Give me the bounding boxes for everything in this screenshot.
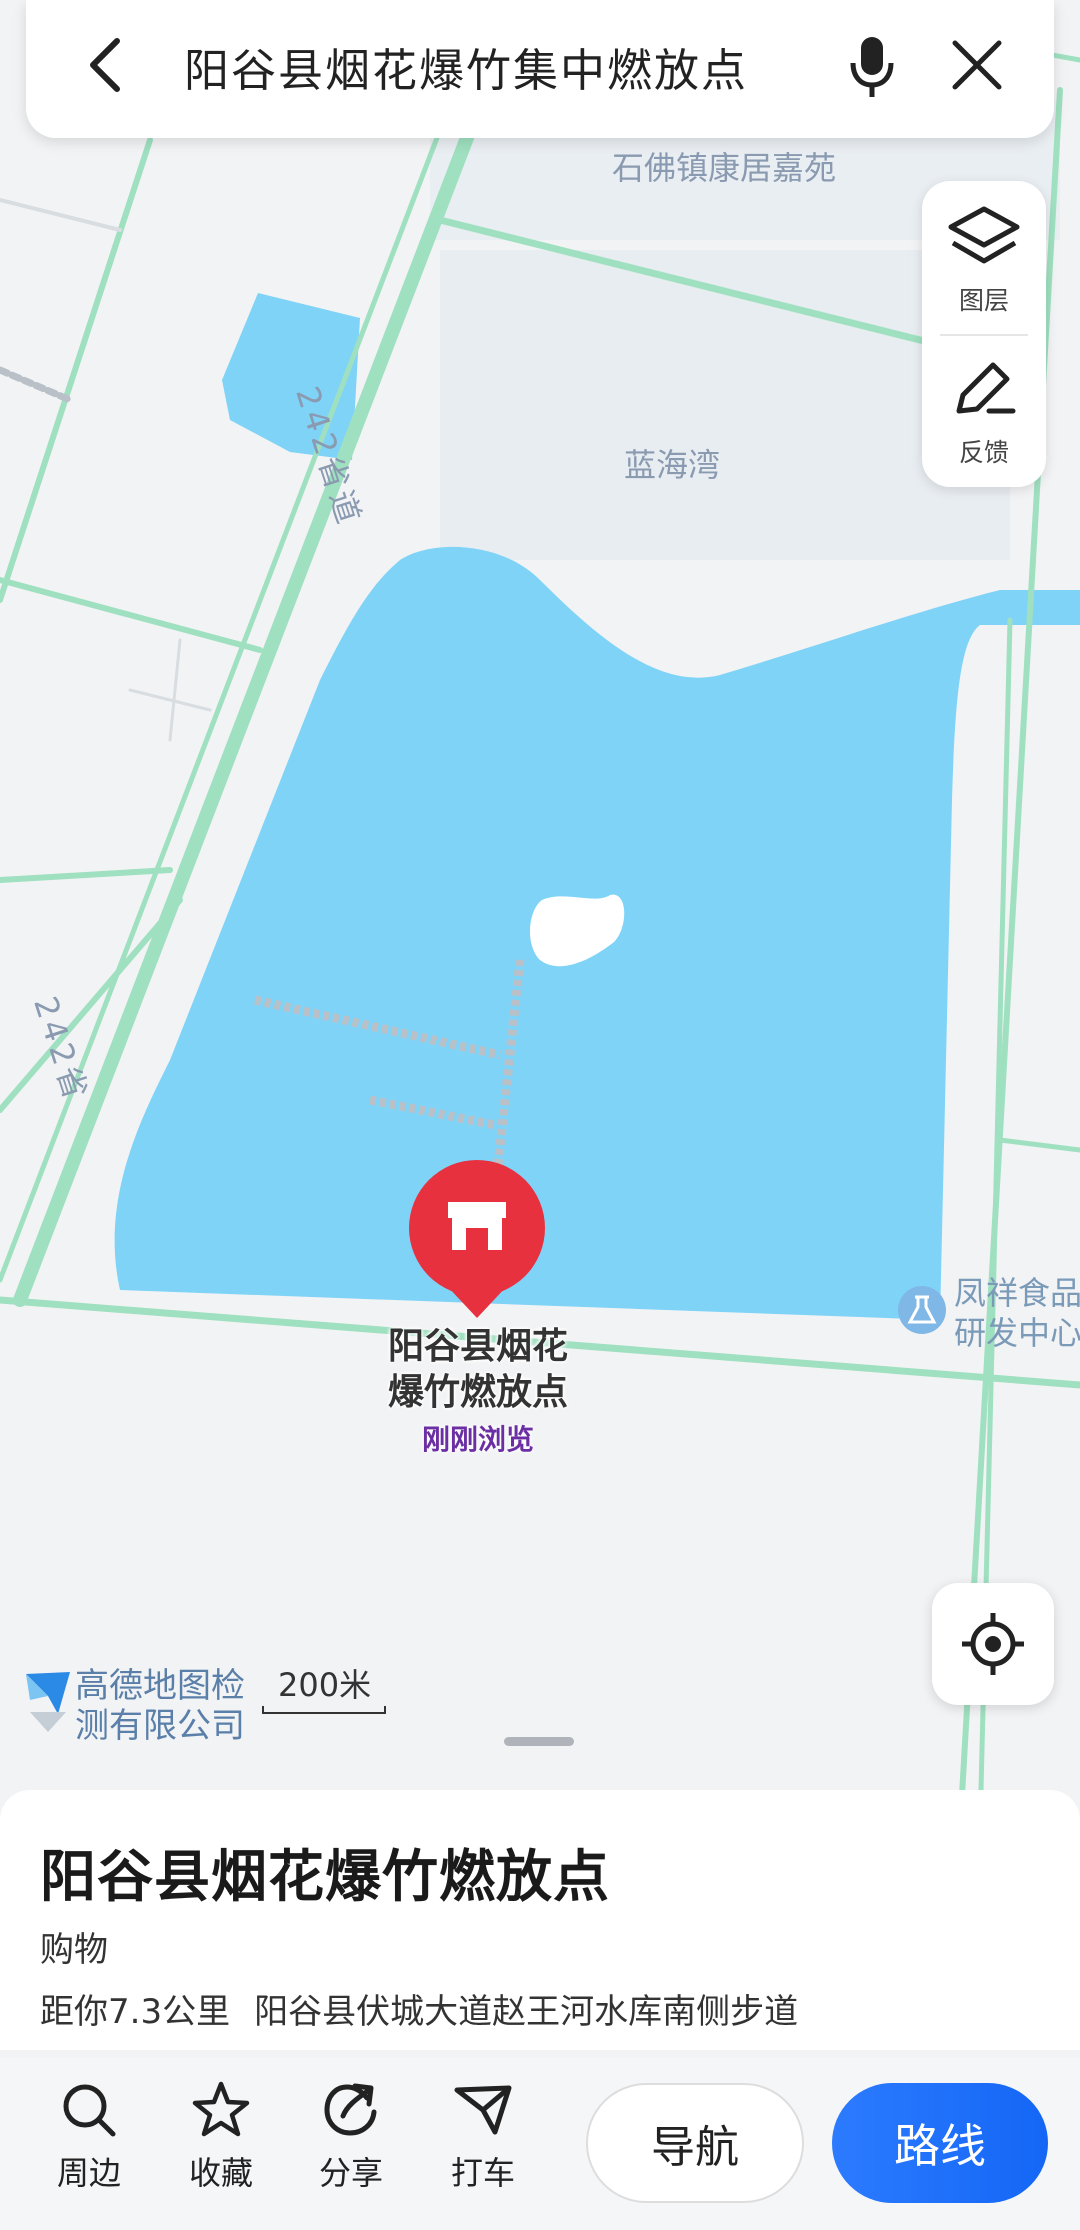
clear-button[interactable]: [942, 30, 1012, 100]
feedback-label: 反馈: [958, 438, 1009, 467]
amap-logo-icon: [26, 1672, 70, 1732]
watermark-line1: 高德地图检: [75, 1666, 245, 1706]
nearby-button[interactable]: 周边: [34, 2080, 144, 2194]
taxi-label: 打车: [450, 2154, 515, 2192]
navigate-label: 导航: [651, 2122, 739, 2173]
map-tools-panel: 图层 反馈: [922, 181, 1046, 487]
poi-status: 刚刚浏览: [421, 1423, 534, 1456]
map-canvas[interactable]: [0, 0, 1080, 1830]
place-category: 购物: [40, 1930, 108, 1970]
close-icon: [952, 40, 1002, 90]
edit-pen-icon: [956, 362, 1016, 414]
favorite-label: 收藏: [188, 2154, 253, 2192]
favorite-button[interactable]: 收藏: [166, 2080, 276, 2194]
map-provider-watermark: 高德地图检 测有限公司: [75, 1666, 245, 1746]
locate-icon: [962, 1613, 1024, 1675]
taxi-button[interactable]: 打车: [428, 2080, 538, 2194]
place-info: 距你7.3公里 阳谷县伏城大道赵王河水库南侧步道: [40, 1984, 822, 2033]
watermark-line2: 测有限公司: [75, 1706, 245, 1746]
voice-button[interactable]: [832, 28, 912, 108]
poi-name-line2: 爆竹燃放点: [387, 1372, 568, 1413]
feedback-button[interactable]: [922, 355, 1046, 425]
layers-icon: [948, 206, 1020, 264]
share-button[interactable]: 分享: [296, 2080, 406, 2194]
label-residential: 石佛镇康居嘉苑: [612, 149, 837, 187]
search-input[interactable]: 阳谷县烟花爆竹集中燃放点: [184, 34, 748, 99]
place-distance: 距你7.3公里: [40, 1992, 231, 2032]
label-food-line2: 研发中心: [954, 1314, 1080, 1352]
layers-label: 图层: [958, 286, 1009, 315]
route-button[interactable]: 路线: [832, 2083, 1048, 2203]
share-label: 分享: [318, 2154, 383, 2192]
label-bay: 蓝海湾: [624, 446, 721, 484]
place-address: 阳谷县伏城大道赵王河水库南侧步道: [254, 1992, 799, 2032]
poi-name[interactable]: 阳谷县烟花 爆竹燃放点: [370, 1324, 586, 1416]
share-icon: [324, 2083, 377, 2136]
taxi-icon: [454, 2085, 512, 2135]
search-bar: 阳谷县烟花爆竹集中燃放点: [26, 0, 1054, 138]
back-button[interactable]: [70, 30, 140, 100]
flask-icon[interactable]: [898, 1286, 946, 1334]
place-title: 阳谷县烟花爆竹燃放点: [40, 1845, 610, 1910]
nearby-label: 周边: [56, 2154, 121, 2192]
scale-label: 200米: [278, 1666, 372, 1704]
route-label: 路线: [894, 2119, 986, 2173]
sheet-drag-handle[interactable]: [504, 1737, 574, 1746]
back-arrow-icon: [90, 38, 120, 92]
poi-name-line1: 阳谷县烟花: [387, 1326, 568, 1367]
microphone-icon: [850, 37, 894, 97]
layers-button[interactable]: [922, 203, 1046, 277]
scale-bar: [262, 1706, 386, 1714]
store-icon: [448, 1202, 506, 1250]
side-divider: [940, 334, 1028, 336]
star-icon: [192, 2081, 250, 2137]
locate-button[interactable]: [932, 1583, 1054, 1705]
navigate-button[interactable]: 导航: [586, 2083, 804, 2203]
search-icon: [63, 2084, 116, 2137]
